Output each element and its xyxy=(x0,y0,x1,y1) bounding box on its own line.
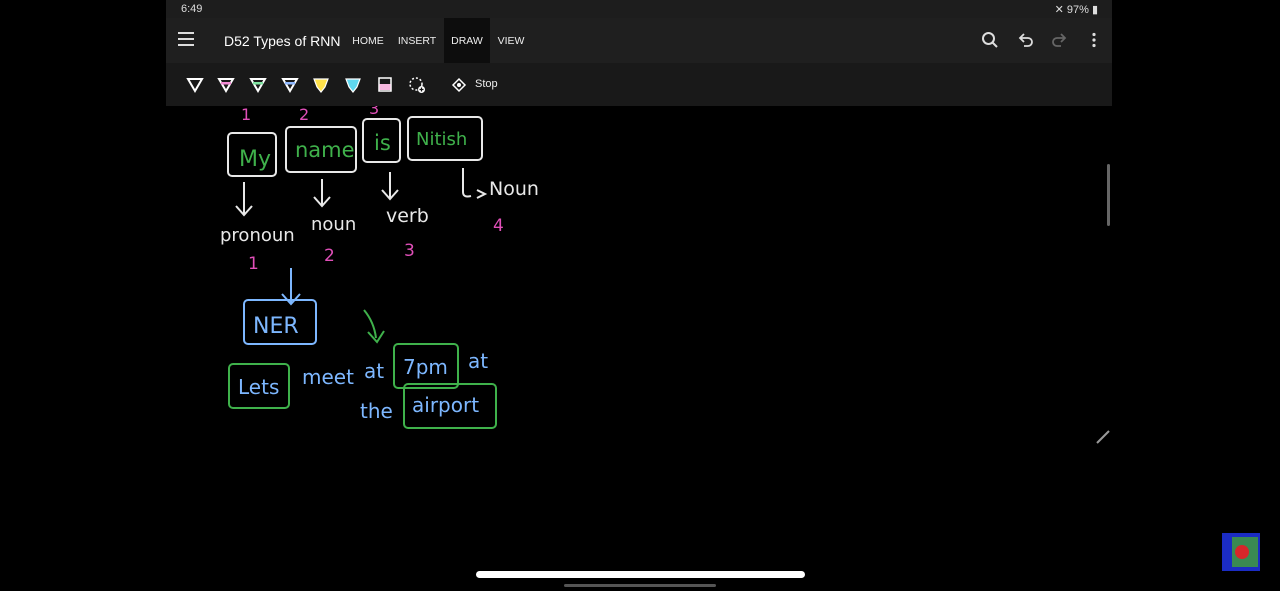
index-number: 3 xyxy=(369,106,379,118)
pen-green-icon[interactable] xyxy=(249,76,267,94)
highlighter-yellow-icon[interactable] xyxy=(312,76,330,94)
mute-icon: ✕ xyxy=(1054,4,1064,16)
pen-blue-icon[interactable] xyxy=(281,76,299,94)
notebook-canvas[interactable]: 1 2 3 My name is Nitish pronoun noun ver… xyxy=(166,106,1112,580)
undo-icon[interactable] xyxy=(1015,30,1035,50)
tag-number: 3 xyxy=(404,241,415,261)
sentence-word: Lets xyxy=(238,375,279,399)
tab-view[interactable]: VIEW xyxy=(495,18,527,63)
ner-label: NER xyxy=(253,314,299,339)
pen-pink-icon[interactable] xyxy=(217,76,235,94)
sentence-word: meet xyxy=(302,365,354,389)
pen-white-icon[interactable] xyxy=(186,76,204,94)
sentence-word: airport xyxy=(412,393,479,417)
tag-label: pronoun xyxy=(220,225,295,246)
menu-icon[interactable] xyxy=(178,32,194,46)
sentence-word: 7pm xyxy=(403,355,448,379)
handwritten-ink: 1 2 3 My name is Nitish pronoun noun ver… xyxy=(220,106,539,429)
lasso-add-icon[interactable] xyxy=(408,76,426,94)
stylus-cursor-icon xyxy=(1096,430,1110,444)
tag-label: Noun xyxy=(489,178,539,200)
secondary-indicator xyxy=(564,584,716,587)
status-bar: 6:49 ✕ 97% ▮ xyxy=(166,0,1112,18)
tab-insert[interactable]: INSERT xyxy=(395,18,439,63)
onenote-app: 6:49 ✕ 97% ▮ D52 Types of RNN HOME INSER… xyxy=(166,0,1112,580)
index-number: 1 xyxy=(241,106,251,124)
battery-icon: ▮ xyxy=(1091,4,1098,16)
word-text: name xyxy=(295,138,355,162)
tab-draw[interactable]: DRAW xyxy=(444,18,490,63)
highlighter-cyan-icon[interactable] xyxy=(344,76,362,94)
status-right: ✕ 97% ▮ xyxy=(1055,3,1098,16)
redo-icon[interactable] xyxy=(1050,30,1070,50)
tag-number: 1 xyxy=(248,254,259,274)
more-icon[interactable] xyxy=(1084,30,1104,50)
word-text: Nitish xyxy=(416,129,467,150)
sentence-word: at xyxy=(468,349,488,373)
title-bar: D52 Types of RNN HOME INSERT DRAW VIEW xyxy=(166,18,1112,63)
document-title: D52 Types of RNN xyxy=(224,33,341,49)
home-indicator[interactable] xyxy=(476,571,805,578)
draw-toolbar: Stop xyxy=(166,63,1112,106)
tag-number: 2 xyxy=(324,246,335,266)
word-text: is xyxy=(374,131,391,155)
pin-icon xyxy=(451,77,467,93)
battery-level: 97% xyxy=(1066,4,1089,16)
vertical-scrollbar[interactable] xyxy=(1107,164,1110,226)
stop-label: Stop xyxy=(475,78,498,90)
sentence-word: the xyxy=(360,399,393,423)
status-time: 6:49 xyxy=(181,3,203,15)
search-icon[interactable] xyxy=(980,30,1000,50)
index-number: 2 xyxy=(299,106,309,124)
word-text: My xyxy=(239,147,271,172)
tag-label: noun xyxy=(311,214,356,235)
channel-logo-icon xyxy=(1222,533,1260,571)
tab-home[interactable]: HOME xyxy=(349,18,387,63)
sentence-word: at xyxy=(364,359,384,383)
tag-label: verb xyxy=(386,205,429,227)
highlighter-pink-icon[interactable] xyxy=(376,76,394,94)
tag-number: 4 xyxy=(493,216,504,236)
